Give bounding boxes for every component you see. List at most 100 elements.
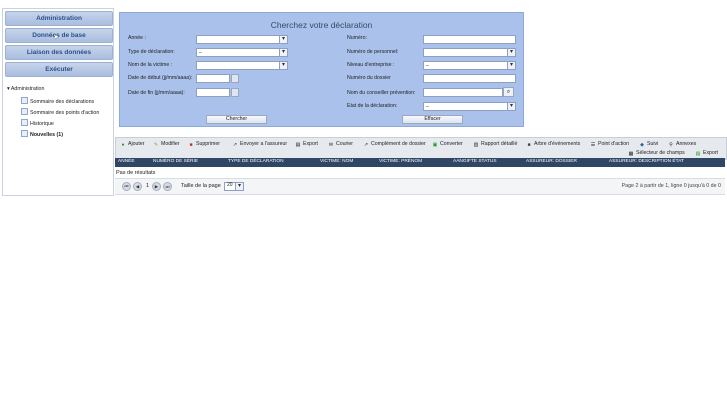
page-size-select[interactable]: 20 [224,182,244,191]
date-debut-input[interactable] [196,74,230,83]
button-label: Courier [336,141,354,147]
calendar-icon[interactable] [231,88,239,97]
niveau-select-value: _ [426,61,429,67]
tree-item-label: Historique [30,121,54,127]
tree-icon: ■ [527,142,531,148]
niveau-select[interactable]: _ [423,61,516,70]
tree-item-label: Nouvelles (1) [30,132,63,138]
toolbar: ● Ajouter ✎ Modifier ■ Supprimer ↗ Envoyer a… [115,137,727,160]
button-label: Suivi [647,141,659,147]
button-label: Ajouter [128,141,145,147]
button-label: Arbre d'événements [534,141,581,147]
nav-liaison-des-donnees-button[interactable]: Liaison des données [5,45,113,60]
suivi-button[interactable]: ◆ Suivi [639,141,658,148]
button-label: Annexes [676,141,697,147]
page-size-label: Taille de la page [181,183,221,189]
etat-select[interactable]: _ [423,102,516,111]
tree-item-sommaire-declarations[interactable]: Sommaire des déclarations [21,97,94,105]
prev-page-icon[interactable]: ◀ [133,182,142,191]
personnel-label: Numéro de personnel: [347,49,399,55]
convert-icon: ▣ [432,142,438,148]
calendar-icon[interactable] [231,74,239,83]
nav-administration-button[interactable]: Administration [5,11,113,26]
victime-label: Nom de la victime : [128,62,173,68]
supprimer-button[interactable]: ■ Supprimer [188,141,220,148]
tree-root-label: Administration [10,86,45,92]
mail-icon: ✉ [328,142,334,148]
rapport-detaille-button[interactable]: ▥ Rapport détaillé [473,141,518,148]
selecteur-champs-button[interactable]: ▦ Sélecteur de champs [628,150,685,157]
page-icon [21,130,28,137]
button-label: Point d'action [598,141,629,147]
nav-executer-button[interactable]: Exécuter [5,62,113,77]
nav-donnees-de-base-button[interactable]: Données de base [5,28,113,43]
tree-item-nouvelles[interactable]: Nouvelles (1) [21,130,63,138]
search-title: Cherchez votre déclaration [270,20,373,30]
col-victime-prenom[interactable]: VICTIME: PRÉNOM [379,159,422,164]
date-fin-input[interactable] [196,88,230,97]
converter-button[interactable]: ▣ Converter [432,141,463,148]
button-label: Rapport détaillé [481,141,518,147]
attachment-icon: ⚲ [669,142,673,148]
tree-item-historique[interactable]: Historique [21,119,54,127]
next-page-icon[interactable]: ▶ [152,182,161,191]
button-label: Supprimer [196,141,220,147]
export-button[interactable]: ▤ Export [295,141,318,148]
complement-dossier-button[interactable]: ↗ Complément de dossier [363,141,426,148]
ajouter-button[interactable]: ● Ajouter [120,141,144,148]
etat-label: Etat de la déclaration: [347,103,398,109]
results-table-header: ANNÉE NUMÉRO DE SÉRIE TYPE DE DÉCLARATIO… [115,158,725,167]
search-icon[interactable]: ⌕ [503,87,514,97]
col-numero-serie[interactable]: NUMÉRO DE SÉRIE [153,159,198,164]
courier-button[interactable]: ✉ Courier [328,141,353,148]
col-annee[interactable]: ANNÉE [118,159,135,164]
annee-select[interactable] [196,35,288,44]
follow-icon: ◆ [640,142,644,148]
last-page-icon[interactable]: ⏭ [163,182,172,191]
envoyer-assureur-button[interactable]: ↗ Envoyer a l'assureur [232,141,287,148]
personnel-select[interactable] [423,48,516,57]
annee-label: Année : [128,35,146,41]
dossier-label: Numéro du dossier [347,75,391,81]
tree-item-label: Sommaire des déclarations [30,99,95,105]
effacer-button[interactable]: Effacer [402,115,463,124]
col-victime-nom[interactable]: VICTIME: NOM [320,159,353,164]
button-label: Modifier [161,141,180,147]
dossier-input[interactable] [423,74,516,83]
export-icon: ▤ [695,151,701,157]
button-label: Envoyer a l'assureur [240,141,288,147]
search-panel: Cherchez votre déclaration Année : Type … [119,12,524,127]
export-button-2[interactable]: ▤ Export [695,150,718,157]
tree-item-sommaire-points-action[interactable]: Sommaire des points d'action [21,108,99,116]
current-page: 1 [146,183,150,189]
type-label: Type de déclaration: [128,49,175,55]
col-aangifte-status[interactable]: AANGIFTE STATUS [453,159,497,164]
col-assureur-dossier[interactable]: ASSUREUR: DOSSIER [526,159,577,164]
tree-root[interactable]: ▾ Administration [7,86,44,92]
tree-item-label: Sommaire des points d'action [30,110,100,116]
conseiller-label: Nom du conseiller prévention: [347,90,416,96]
chercher-button[interactable]: Chercher [206,115,267,124]
pager: ⏮ ◀ 1 ▶ ⏭ Taille de la page 20 Page 2 à … [115,178,725,195]
document-icon: ↗ [363,142,369,148]
col-type-declaration[interactable]: TYPE DE DÉCLARATION [228,159,284,164]
arbre-evenements-button[interactable]: ■ Arbre d'événements [526,141,580,148]
numero-label: Numéro: [347,35,367,41]
first-page-icon[interactable]: ⏮ [122,182,131,191]
debut-label: Date de début (jj/mm/aaaa): [128,75,193,81]
point-action-button[interactable]: ☰ Point d'action [590,141,629,148]
annexes-button[interactable]: ⚲ Annexes [668,141,696,148]
victime-select[interactable] [196,61,288,70]
col-assureur-description[interactable]: ASSUREUR: DESCRIPTION ÉTAT [609,159,684,164]
conseiller-input[interactable] [423,88,503,97]
page-size-value: 20 [227,182,233,188]
type-select[interactable]: _ [196,48,288,57]
pager-info: Page 2 à partir de 1, ligne 0 jusqu'à 0 … [621,183,721,189]
tree-toggle-icon[interactable]: ▾ [7,86,10,92]
numero-input[interactable] [423,35,516,44]
modifier-button[interactable]: ✎ Modifier [153,141,180,148]
mouse-cursor-icon: ➤ [53,34,59,41]
etat-select-value: _ [426,102,429,108]
page-icon [21,119,28,126]
page-icon [21,108,28,115]
